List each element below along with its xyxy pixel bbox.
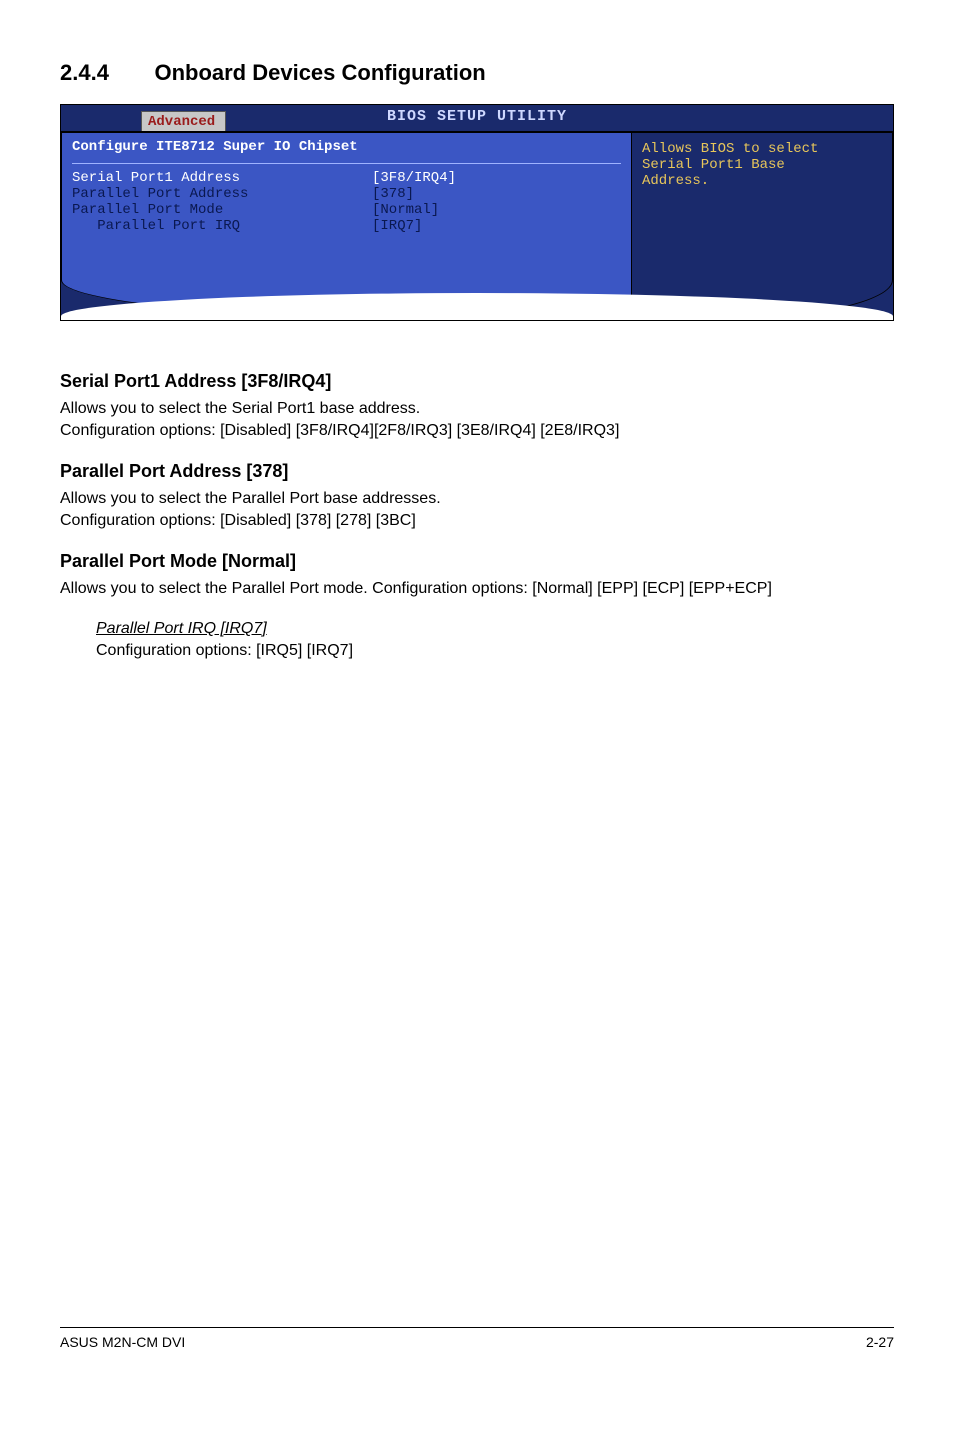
- bios-setting-label: Parallel Port IRQ: [72, 218, 372, 234]
- text-parallel-mode: Allows you to select the Parallel Port m…: [60, 578, 894, 600]
- bios-setting-value: [Normal]: [372, 202, 621, 218]
- section-number: 2.4.4: [60, 60, 150, 86]
- text-parallel-address: Allows you to select the Parallel Port b…: [60, 488, 894, 531]
- section-title: Onboard Devices Configuration: [154, 60, 485, 86]
- section-heading: 2.4.4 Onboard Devices Configuration: [60, 60, 894, 86]
- bios-left-panel: Configure ITE8712 Super IO Chipset Seria…: [61, 131, 631, 320]
- bios-setting-label: Serial Port1 Address: [72, 170, 372, 186]
- bios-setting-row: Parallel Port Mode[Normal]: [72, 202, 621, 218]
- bios-help-text: Allows BIOS to select Serial Port1 Base …: [642, 141, 882, 189]
- heading-serial-port1: Serial Port1 Address [3F8/IRQ4]: [60, 371, 894, 392]
- footer-left: ASUS M2N-CM DVI: [60, 1334, 185, 1350]
- page-footer: ASUS M2N-CM DVI 2-27: [60, 1327, 894, 1350]
- bios-help-panel: Allows BIOS to select Serial Port1 Base …: [631, 131, 893, 320]
- bios-setting-label: Parallel Port Mode: [72, 202, 372, 218]
- divider: [72, 163, 621, 164]
- bios-panel-heading: Configure ITE8712 Super IO Chipset: [72, 139, 621, 157]
- bios-body: Configure ITE8712 Super IO Chipset Seria…: [61, 131, 893, 320]
- bios-setting-label: Parallel Port Address: [72, 186, 372, 202]
- bios-setting-row: Serial Port1 Address[3F8/IRQ4]: [72, 170, 621, 186]
- bios-titlebar: BIOS SETUP UTILITY Advanced: [61, 105, 893, 131]
- sub-item-body: Configuration options: [IRQ5] [IRQ7]: [96, 640, 894, 662]
- bios-setting-value: [3F8/IRQ4]: [372, 170, 621, 186]
- bios-screenshot: BIOS SETUP UTILITY Advanced Configure IT…: [60, 104, 894, 321]
- text-serial-port1: Allows you to select the Serial Port1 ba…: [60, 398, 894, 441]
- heading-parallel-address: Parallel Port Address [378]: [60, 461, 894, 482]
- bios-tab-advanced: Advanced: [141, 111, 226, 131]
- footer-right: 2-27: [866, 1334, 894, 1350]
- bios-setting-row: Parallel Port IRQ[IRQ7]: [72, 218, 621, 234]
- bios-setting-value: [IRQ7]: [372, 218, 621, 234]
- sub-item-block: Parallel Port IRQ [IRQ7] Configuration o…: [96, 618, 894, 661]
- heading-parallel-mode: Parallel Port Mode [Normal]: [60, 551, 894, 572]
- bios-setting-value: [378]: [372, 186, 621, 202]
- sub-item-title: Parallel Port IRQ [IRQ7]: [96, 620, 267, 637]
- bios-setting-row: Parallel Port Address[378]: [72, 186, 621, 202]
